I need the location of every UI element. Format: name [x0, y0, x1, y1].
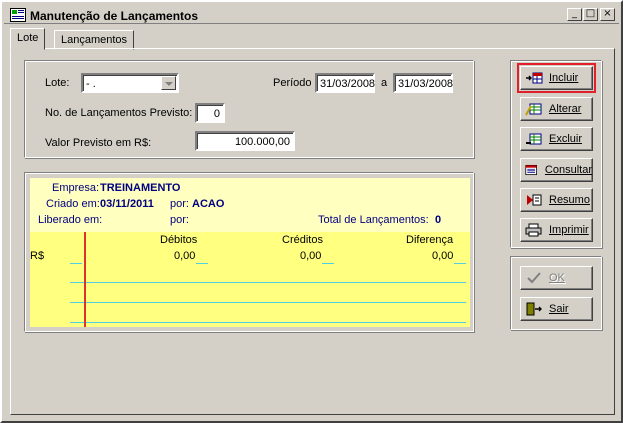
- total-value: 0: [435, 214, 442, 226]
- liberado-label: Liberado em:: [38, 214, 103, 226]
- printer-icon: [525, 223, 542, 237]
- empresa-label: Empresa:: [52, 182, 100, 194]
- periodo-label: Período: [273, 77, 312, 89]
- add-record-icon: [526, 72, 543, 84]
- periodo-from-field[interactable]: 31/03/2008: [315, 73, 375, 93]
- tab-lancamentos-label: Lançamentos: [61, 34, 128, 46]
- lote-label: Lote:: [45, 77, 70, 89]
- lote-form-group: Lote: - . Período 31/03/2008 a 31/03/200…: [24, 60, 474, 158]
- excluir-label: Excluir: [549, 133, 583, 145]
- title-bar[interactable]: Manutenção de Lançamentos _ □ ×: [4, 4, 619, 24]
- valor-previsto-field[interactable]: 100.000,00: [195, 131, 295, 151]
- num-lancamentos-field[interactable]: 0: [195, 103, 225, 123]
- delete-record-icon: [526, 133, 542, 145]
- maximize-button[interactable]: □: [583, 8, 598, 21]
- checkmark-icon: [527, 272, 541, 284]
- query-icon: [525, 164, 537, 176]
- resumo-label: Resumo: [549, 194, 590, 206]
- criado-label: Criado em:: [46, 198, 100, 210]
- row-underline: [70, 263, 82, 264]
- periodo-to-value: 31/03/2008: [398, 78, 454, 90]
- main-window: Manutenção de Lançamentos _ □ × Lote Lan…: [0, 0, 623, 423]
- alterar-label: Alterar: [549, 103, 582, 115]
- sair-button[interactable]: Sair: [520, 297, 593, 321]
- sair-label: Sair: [549, 303, 569, 315]
- row-underline: [454, 263, 466, 264]
- creditos-value: 0,00: [300, 250, 322, 262]
- row-label: R$: [30, 250, 45, 262]
- periodo-from-value: 31/03/2008: [320, 78, 376, 90]
- summary-panel: Empresa: TREINAMENTO Criado em: 03/11/20…: [30, 178, 470, 327]
- empresa-value: TREINAMENTO: [100, 182, 181, 194]
- lote-value: - .: [86, 78, 96, 90]
- grid-line: [70, 322, 466, 323]
- debitos-value: 0,00: [174, 250, 196, 262]
- consultar-button[interactable]: Consultar: [520, 158, 593, 182]
- close-button[interactable]: ×: [600, 8, 615, 21]
- edit-record-icon: [525, 103, 542, 116]
- diferenca-header: Diferença: [406, 234, 454, 246]
- debitos-header: Débitos: [160, 234, 198, 246]
- criado-por-label: por:: [170, 198, 189, 210]
- tab-lote-label: Lote: [17, 32, 39, 44]
- grid-red-divider: [84, 232, 86, 327]
- num-lancamentos-value: 0: [213, 108, 220, 120]
- imprimir-button[interactable]: Imprimir: [520, 218, 593, 242]
- chevron-down-icon[interactable]: [161, 76, 176, 90]
- incluir-button[interactable]: Incluir: [517, 63, 596, 93]
- totals-grid: Débitos Créditos Diferença R$ 0,00 0,00 …: [30, 232, 470, 327]
- grid-line: [70, 282, 466, 283]
- num-lancamentos-label: No. de Lançamentos Previsto:: [45, 107, 193, 119]
- criado-value: 03/11/2011: [100, 198, 154, 210]
- lote-combobox[interactable]: - .: [81, 73, 179, 93]
- liberado-por-label: por:: [170, 214, 189, 226]
- diferenca-value: 0,00: [432, 250, 454, 262]
- ok-label: OK: [549, 272, 565, 284]
- grid-line: [70, 302, 466, 303]
- row-underline: [196, 263, 208, 264]
- row-underline: [322, 263, 334, 264]
- valor-previsto-value: 100.000,00: [234, 136, 290, 148]
- total-label: Total de Lançamentos:: [318, 214, 429, 226]
- tab-lote[interactable]: Lote: [10, 28, 46, 50]
- alterar-button[interactable]: Alterar: [520, 97, 593, 121]
- periodo-to-field[interactable]: 31/03/2008: [393, 73, 453, 93]
- incluir-label: Incluir: [549, 72, 579, 84]
- consultar-label: Consultar: [544, 164, 592, 176]
- app-icon: [10, 8, 26, 22]
- excluir-button[interactable]: Excluir: [520, 127, 593, 151]
- creditos-header: Créditos: [282, 234, 323, 246]
- summary-icon: [527, 194, 542, 206]
- exit-door-icon: [526, 302, 542, 316]
- window-title: Manutenção de Lançamentos: [30, 9, 199, 23]
- tab-lancamentos[interactable]: Lançamentos: [54, 30, 135, 50]
- minimize-button[interactable]: _: [567, 8, 582, 21]
- ok-button[interactable]: OK: [520, 266, 593, 290]
- valor-previsto-label: Valor Previsto em R$:: [45, 137, 152, 149]
- criado-por-value: ACAO: [192, 198, 225, 210]
- resumo-button[interactable]: Resumo: [520, 188, 593, 212]
- imprimir-label: Imprimir: [549, 224, 589, 236]
- periodo-separator: a: [381, 77, 388, 89]
